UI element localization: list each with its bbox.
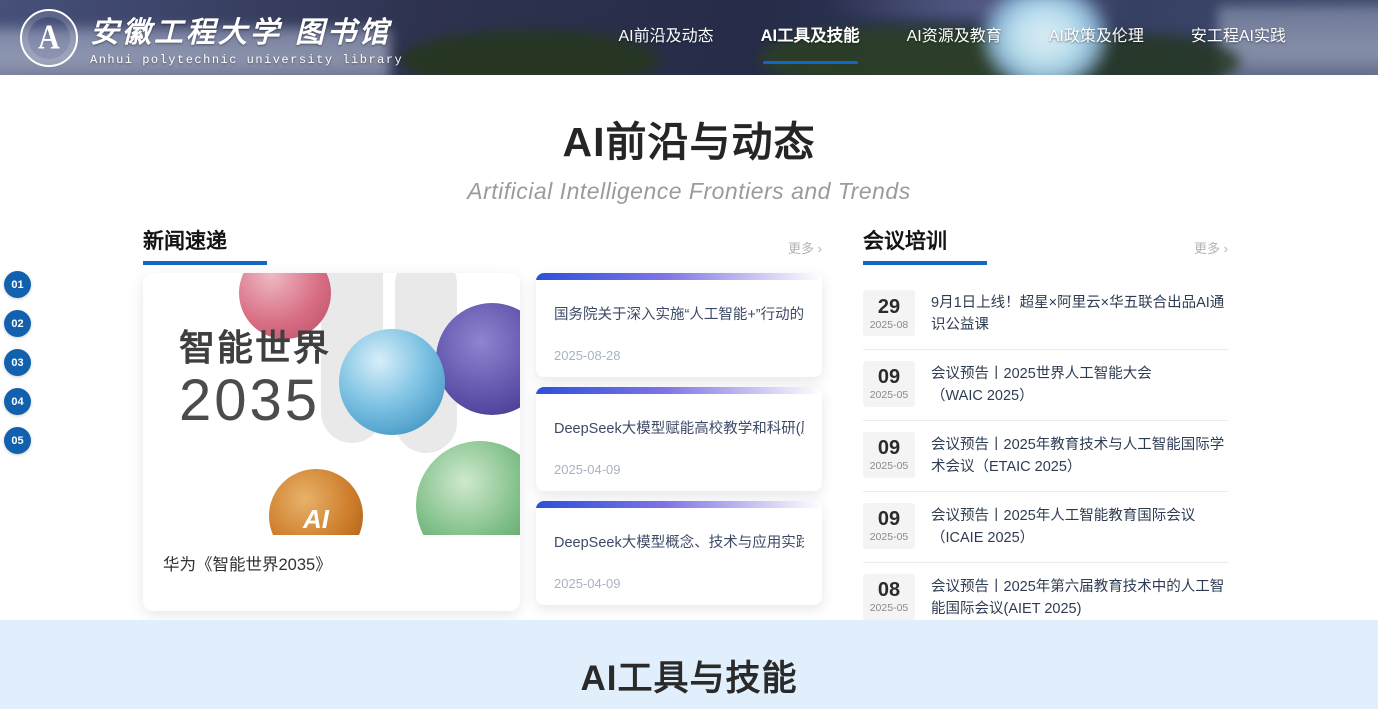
library-logo-text: 安徽工程大学 图书馆 Anhui polytechnic university … bbox=[90, 9, 403, 67]
library-name-en: Anhui polytechnic university library bbox=[90, 53, 403, 67]
dot-nav-03[interactable]: 03 bbox=[4, 349, 31, 376]
page-subtitle: Artificial Intelligence Frontiers and Tr… bbox=[0, 178, 1378, 205]
dot-nav-02[interactable]: 02 bbox=[4, 310, 31, 337]
conference-item[interactable]: 09 2025-05 会议预告丨2025年教育技术与人工智能国际学术会议（ETA… bbox=[863, 420, 1228, 491]
active-tab-underline bbox=[763, 61, 858, 64]
news-card-title: 国务院关于深入实施“人工智能+”行动的... bbox=[554, 303, 804, 324]
conference-month: 2025-08 bbox=[870, 319, 909, 331]
conference-item[interactable]: 29 2025-08 9月1日上线！超星×阿里云×华五联合出品AI通识公益课 bbox=[863, 279, 1228, 349]
conference-day: 08 bbox=[878, 579, 900, 601]
page-header: AI前沿与动态 Artificial Intelligence Frontier… bbox=[0, 75, 1378, 205]
news-section: 新闻速递 更多 › AI 智能世界 bbox=[143, 231, 822, 633]
nav-item-ai-practice[interactable]: 安工程AI实践 bbox=[1191, 16, 1286, 60]
conference-month: 2025-05 bbox=[870, 531, 909, 543]
conference-title-underline bbox=[863, 261, 987, 265]
conference-date-box: 09 2025-05 bbox=[863, 432, 915, 478]
conference-item-title: 会议预告丨2025年第六届教育技术中的人工智能国际会议(AIET 2025) bbox=[931, 574, 1228, 621]
conference-item[interactable]: 09 2025-05 会议预告丨2025年人工智能教育国际会议 （ICAIE 2… bbox=[863, 491, 1228, 562]
header-banner: A 安徽工程大学 图书馆 Anhui polytechnic universit… bbox=[0, 0, 1378, 75]
nav-item-ai-resources[interactable]: AI资源及教育 bbox=[907, 16, 1002, 60]
conference-item-title: 会议预告丨2025年人工智能教育国际会议 （ICAIE 2025） bbox=[931, 503, 1195, 550]
image-sphere-orange-ai: AI bbox=[269, 469, 363, 535]
image-ai-label: AI bbox=[303, 504, 329, 535]
main-nav: AI前沿及动态 AI工具及技能 AI资源及教育 AI政策及伦理 安工程AI实践 bbox=[619, 16, 1287, 60]
news-section-title: 新闻速递 bbox=[143, 225, 227, 265]
conference-month: 2025-05 bbox=[870, 460, 909, 472]
news-section-title-text: 新闻速递 bbox=[143, 230, 227, 253]
nav-item-ai-tools-label: AI工具及技能 bbox=[761, 27, 860, 45]
conference-date-box: 09 2025-05 bbox=[863, 503, 915, 549]
dot-nav-01[interactable]: 01 bbox=[4, 271, 31, 298]
conference-list: 29 2025-08 9月1日上线！超星×阿里云×华五联合出品AI通识公益课 0… bbox=[863, 279, 1228, 633]
news-title-underline bbox=[143, 261, 267, 265]
conference-month: 2025-05 bbox=[870, 602, 909, 614]
conference-date-box: 29 2025-08 bbox=[863, 290, 915, 336]
conference-section-title: 会议培训 bbox=[863, 225, 947, 265]
news-card[interactable]: 国务院关于深入实施“人工智能+”行动的... 2025-08-28 bbox=[536, 273, 822, 377]
nav-item-ai-frontiers[interactable]: AI前沿及动态 bbox=[619, 16, 714, 60]
news-card-title: DeepSeek大模型概念、技术与应用实践(厦... bbox=[554, 531, 804, 552]
library-logo[interactable]: A 安徽工程大学 图书馆 Anhui polytechnic universit… bbox=[20, 9, 403, 67]
news-card-date: 2025-08-28 bbox=[554, 348, 621, 363]
conference-item-title: 9月1日上线！超星×阿里云×华五联合出品AI通识公益课 bbox=[931, 290, 1228, 337]
library-name-cn: 安徽工程大学 图书馆 bbox=[90, 9, 403, 51]
conference-day: 09 bbox=[878, 508, 900, 530]
conference-day: 29 bbox=[878, 296, 900, 318]
dot-nav-04[interactable]: 04 bbox=[4, 388, 31, 415]
featured-image-year: 2035 bbox=[179, 371, 331, 432]
featured-news-caption: 华为《智能世界2035》 bbox=[143, 535, 520, 575]
featured-news-image: AI 智能世界 2035 bbox=[143, 273, 520, 535]
section-dot-nav: 01 02 03 04 05 bbox=[4, 271, 31, 454]
news-card[interactable]: DeepSeek大模型赋能高校教学和科研(厦门... 2025-04-09 bbox=[536, 387, 822, 491]
dot-nav-05[interactable]: 05 bbox=[4, 427, 31, 454]
nav-item-ai-policy[interactable]: AI政策及伦理 bbox=[1049, 16, 1144, 60]
conference-section-title-text: 会议培训 bbox=[863, 230, 947, 253]
university-seal-icon: A bbox=[20, 9, 78, 67]
news-more-link[interactable]: 更多 › bbox=[788, 238, 822, 265]
conference-date-box: 09 2025-05 bbox=[863, 361, 915, 407]
conference-day: 09 bbox=[878, 366, 900, 388]
image-sphere-blue bbox=[339, 329, 445, 435]
news-card-accent-bar bbox=[536, 387, 822, 394]
news-card-date: 2025-04-09 bbox=[554, 576, 621, 591]
news-card-date: 2025-04-09 bbox=[554, 462, 621, 477]
main-content: 新闻速递 更多 › AI 智能世界 bbox=[143, 231, 1228, 633]
image-sphere-green bbox=[416, 441, 520, 535]
news-card[interactable]: DeepSeek大模型概念、技术与应用实践(厦... 2025-04-09 bbox=[536, 501, 822, 605]
conference-date-box: 08 2025-05 bbox=[863, 574, 915, 620]
conference-more-link[interactable]: 更多 › bbox=[1194, 238, 1228, 265]
conference-item-title: 会议预告丨2025世界人工智能大会 （WAIC 2025） bbox=[931, 361, 1152, 408]
news-card-accent-bar bbox=[536, 501, 822, 508]
conference-item[interactable]: 09 2025-05 会议预告丨2025世界人工智能大会 （WAIC 2025） bbox=[863, 349, 1228, 420]
featured-news-card[interactable]: AI 智能世界 2035 华为《智能世界2035》 bbox=[143, 273, 520, 611]
ai-tools-section-title: AI工具与技能 bbox=[0, 620, 1378, 701]
conference-section: 会议培训 更多 › 29 2025-08 9月1日上线！超星×阿里云×华五联合出… bbox=[863, 231, 1228, 633]
nav-item-ai-tools[interactable]: AI工具及技能 bbox=[761, 16, 860, 60]
featured-image-title: 智能世界 bbox=[179, 319, 331, 371]
conference-month: 2025-05 bbox=[870, 389, 909, 401]
conference-day: 09 bbox=[878, 437, 900, 459]
ai-tools-section: AI工具与技能 bbox=[0, 620, 1378, 709]
news-card-title: DeepSeek大模型赋能高校教学和科研(厦门... bbox=[554, 417, 804, 438]
conference-item-title: 会议预告丨2025年教育技术与人工智能国际学术会议（ETAIC 2025） bbox=[931, 432, 1228, 479]
news-list: 国务院关于深入实施“人工智能+”行动的... 2025-08-28 DeepSe… bbox=[536, 273, 822, 611]
page-title: AI前沿与动态 bbox=[0, 108, 1378, 168]
news-card-accent-bar bbox=[536, 273, 822, 280]
